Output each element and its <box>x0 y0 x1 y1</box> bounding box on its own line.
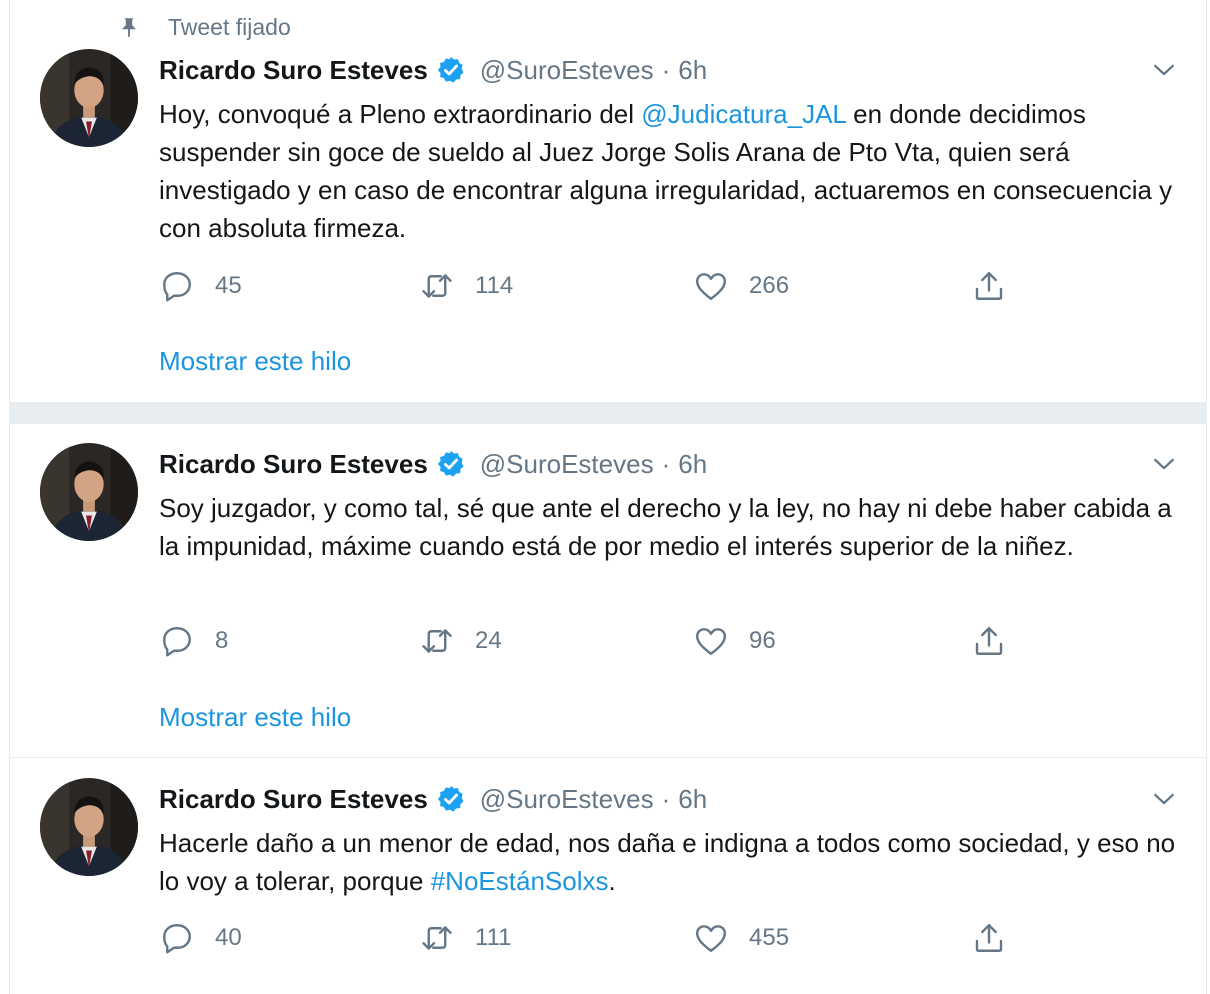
tweet-text-part: Hacerle daño a un menor de edad, nos dañ… <box>159 828 1176 896</box>
reply-icon <box>159 920 195 956</box>
tweet-text: Hoy, convoqué a Pleno extraordinario del… <box>159 95 1179 247</box>
heart-icon <box>693 268 729 304</box>
author-handle[interactable]: @SuroEsteves <box>480 449 654 480</box>
retweet-button[interactable]: 111 <box>419 918 511 958</box>
reply-button[interactable]: 8 <box>159 621 228 661</box>
tweet[interactable]: Ricardo Suro Esteves @SuroEsteves · 6h H… <box>10 758 1206 994</box>
tweet-text: Soy juzgador, y como tal, sé que ante el… <box>159 493 1172 561</box>
pinned-label: Tweet fijado <box>168 13 291 40</box>
author-handle[interactable]: @SuroEsteves <box>480 55 654 86</box>
separator-dot: · <box>661 783 671 814</box>
like-button[interactable]: 96 <box>693 621 776 661</box>
author-name[interactable]: Ricardo Suro Esteves <box>159 784 428 815</box>
tweet-time[interactable]: 6h <box>678 449 707 480</box>
author-name[interactable]: Ricardo Suro Esteves <box>159 55 428 86</box>
avatar[interactable] <box>40 778 138 876</box>
separator-dot: · <box>661 54 671 85</box>
retweet-count: 114 <box>475 272 514 299</box>
retweet-count: 111 <box>475 924 512 951</box>
share-icon <box>971 920 1007 956</box>
author-name[interactable]: Ricardo Suro Esteves <box>159 449 428 480</box>
tweet-header: Ricardo Suro Esteves @SuroEsteves · 6h <box>159 444 707 484</box>
like-count: 96 <box>749 627 776 654</box>
chevron-down-icon[interactable] <box>1150 785 1178 813</box>
tweet-text-part: Hoy, convoqué a Pleno extraordinario del <box>159 99 642 129</box>
retweet-icon <box>419 920 455 956</box>
retweet-button[interactable]: 24 <box>419 621 502 661</box>
reply-button[interactable]: 40 <box>159 918 242 958</box>
tweet-actions: 8 24 96 <box>159 621 1019 661</box>
avatar[interactable] <box>40 443 138 541</box>
pin-icon <box>118 16 140 38</box>
retweet-icon <box>419 623 455 659</box>
retweet-count: 24 <box>475 627 502 654</box>
show-thread-link[interactable]: Mostrar este hilo <box>159 346 351 377</box>
share-button[interactable] <box>971 266 1007 306</box>
author-handle[interactable]: @SuroEsteves <box>480 784 654 815</box>
heart-icon <box>693 623 729 659</box>
retweet-icon <box>419 268 455 304</box>
tweet-actions: 40 111 455 <box>159 918 1019 958</box>
separator-dot: · <box>661 448 671 479</box>
show-thread-link[interactable]: Mostrar este hilo <box>159 702 351 733</box>
like-count: 455 <box>749 924 790 951</box>
reply-count: 45 <box>215 272 242 299</box>
like-button[interactable]: 266 <box>693 266 789 306</box>
tweet-time[interactable]: 6h <box>678 55 707 86</box>
verified-badge-icon <box>436 55 466 85</box>
tweet-text: Hacerle daño a un menor de edad, nos dañ… <box>159 824 1179 900</box>
share-button[interactable] <box>971 621 1007 661</box>
tweet-pinned[interactable]: Tweet fijado Ricardo Suro Esteves @SuroE… <box>10 0 1206 402</box>
like-count: 266 <box>749 272 790 299</box>
pinned-indicator: Tweet fijado <box>118 12 291 42</box>
retweet-button[interactable]: 114 <box>419 266 513 306</box>
timeline: Tweet fijado Ricardo Suro Esteves @SuroE… <box>0 0 1210 994</box>
reply-count: 40 <box>215 924 242 951</box>
tweet-header: Ricardo Suro Esteves @SuroEsteves · 6h <box>159 50 707 90</box>
hashtag-link[interactable]: #NoEstánSolxs <box>431 866 609 896</box>
tweet-text-part: . <box>608 866 616 896</box>
reply-icon <box>159 623 195 659</box>
reply-count: 8 <box>215 627 229 654</box>
section-gap <box>10 402 1206 424</box>
heart-icon <box>693 920 729 956</box>
reply-button[interactable]: 45 <box>159 266 242 306</box>
avatar-image <box>40 49 138 147</box>
chevron-down-icon[interactable] <box>1150 450 1178 478</box>
mention-link[interactable]: @Judicatura_JAL <box>641 99 846 129</box>
share-icon <box>971 268 1007 304</box>
share-button[interactable] <box>971 918 1007 958</box>
verified-badge-icon <box>436 784 466 814</box>
tweet-header: Ricardo Suro Esteves @SuroEsteves · 6h <box>159 779 707 819</box>
like-button[interactable]: 455 <box>693 918 789 958</box>
chevron-down-icon[interactable] <box>1150 56 1178 84</box>
tweet-actions: 45 114 266 <box>159 266 1019 306</box>
reply-icon <box>159 268 195 304</box>
share-icon <box>971 623 1007 659</box>
tweet[interactable]: Ricardo Suro Esteves @SuroEsteves · 6h S… <box>10 424 1206 758</box>
timeline-right-border <box>1206 0 1207 994</box>
verified-badge-icon <box>436 449 466 479</box>
avatar-image <box>40 443 138 541</box>
avatar-image <box>40 778 138 876</box>
avatar[interactable] <box>40 49 138 147</box>
tweet-time[interactable]: 6h <box>678 784 707 815</box>
